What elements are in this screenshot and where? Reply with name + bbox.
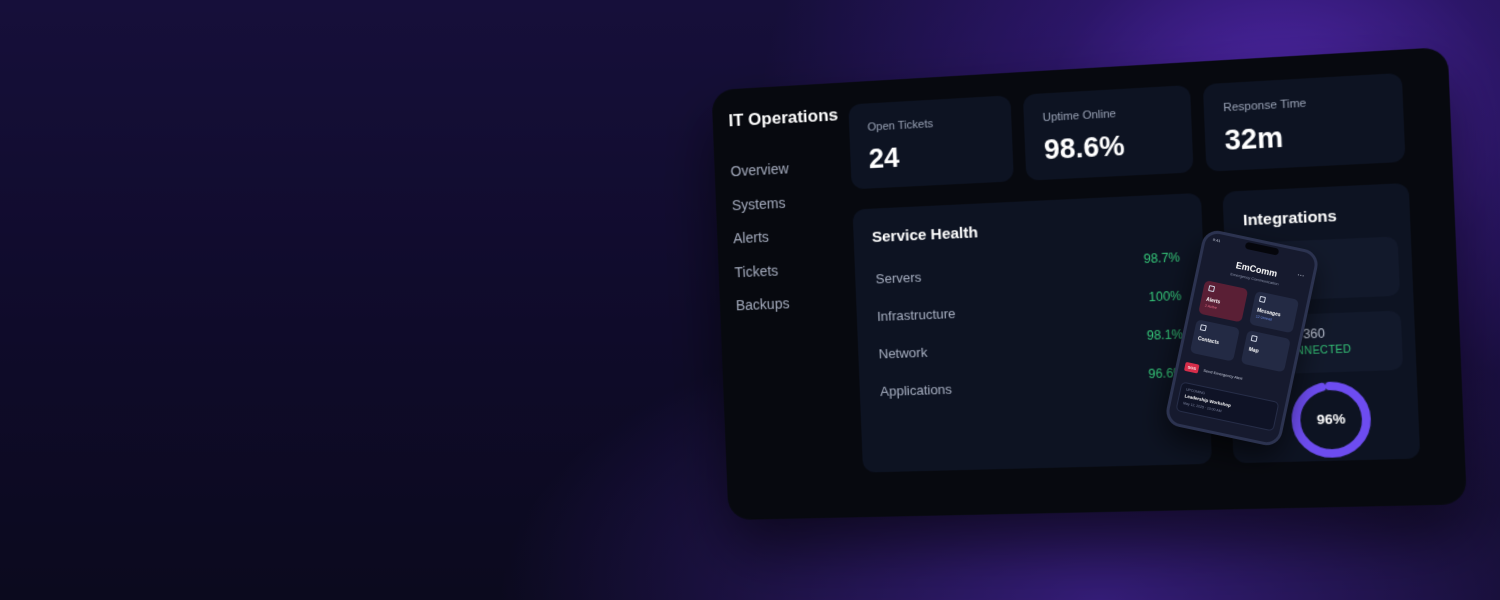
service-health-panel: Service Health Servers 98.7% Infrastruct… bbox=[853, 193, 1213, 473]
sos-badge: SOS bbox=[1184, 362, 1200, 374]
sos-text: Send Emergency Alert bbox=[1203, 368, 1243, 381]
score-donut: 96% bbox=[1287, 377, 1376, 462]
stat-card-uptime: Uptime Online 98.6% bbox=[1023, 85, 1194, 181]
hero-stage: IT Operations Overview Systems Alerts Ti… bbox=[0, 0, 1500, 600]
phone-tile-map[interactable]: Map bbox=[1241, 330, 1291, 372]
upcoming-event-card[interactable]: UPCOMING Leadership Workshop May 12, 202… bbox=[1175, 381, 1279, 431]
dashboard-window: IT Operations Overview Systems Alerts Ti… bbox=[711, 47, 1467, 520]
health-row-value: 100% bbox=[1148, 289, 1181, 305]
health-row-name: Infrastructure bbox=[877, 306, 956, 324]
tile-label: Contacts bbox=[1197, 336, 1219, 346]
phone-tile-contacts[interactable]: Contacts bbox=[1190, 319, 1240, 361]
health-row-value: 98.1% bbox=[1146, 327, 1183, 343]
panel-title: Integrations bbox=[1243, 207, 1337, 229]
contacts-icon bbox=[1200, 324, 1207, 331]
stat-card-response-time: Response Time 32m bbox=[1203, 73, 1406, 172]
phone-tile-messages[interactable]: Messages 12 Unread bbox=[1249, 291, 1299, 333]
health-row-infrastructure: Infrastructure 100% bbox=[877, 297, 1183, 329]
stat-value: 98.6% bbox=[1043, 130, 1125, 166]
message-icon bbox=[1259, 296, 1266, 303]
tile-label: Map bbox=[1248, 347, 1259, 355]
donut-label: 96% bbox=[1287, 377, 1376, 462]
stat-label: Open Tickets bbox=[867, 118, 933, 134]
sidebar-item-alerts[interactable]: Alerts bbox=[733, 223, 855, 262]
app-title: IT Operations bbox=[728, 105, 849, 132]
sidebar-item-systems[interactable]: Systems bbox=[731, 189, 853, 228]
stat-card-open-tickets: Open Tickets 24 bbox=[848, 95, 1014, 189]
stat-label: Uptime Online bbox=[1042, 108, 1116, 124]
health-row-name: Servers bbox=[875, 269, 921, 286]
alert-icon bbox=[1208, 285, 1215, 292]
sidebar-item-backups[interactable]: Backups bbox=[735, 290, 857, 328]
phone-notch bbox=[1245, 242, 1280, 256]
health-row-name: Applications bbox=[880, 381, 952, 399]
stat-value: 24 bbox=[868, 142, 900, 175]
phone-time: 9:41 bbox=[1212, 237, 1221, 244]
health-row-name: Network bbox=[878, 345, 927, 362]
phone-tile-alerts[interactable]: Alerts 2 Active bbox=[1198, 280, 1248, 322]
health-row-servers: Servers 98.7% bbox=[875, 258, 1180, 291]
health-row-applications: Applications 96.6% bbox=[880, 374, 1186, 404]
sidebar-item-tickets[interactable]: Tickets bbox=[734, 257, 856, 296]
stat-label: Response Time bbox=[1223, 97, 1307, 114]
map-icon bbox=[1251, 335, 1258, 342]
sidebar: IT Operations Overview Systems Alerts Ti… bbox=[728, 105, 857, 329]
panel-title: Service Health bbox=[872, 224, 979, 246]
stat-value: 32m bbox=[1224, 122, 1284, 157]
health-row-value: 98.7% bbox=[1143, 250, 1180, 266]
health-row-network: Network 98.1% bbox=[878, 335, 1184, 366]
